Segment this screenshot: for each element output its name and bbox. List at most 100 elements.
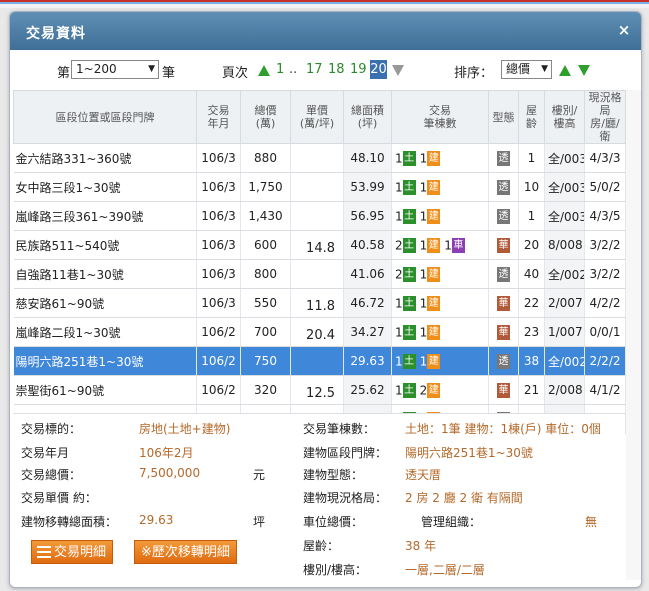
- cell-location: 崇聖街61~90號: [13, 375, 197, 405]
- page-link-1[interactable]: 1: [276, 62, 284, 77]
- land-tag: 土: [402, 382, 416, 398]
- scrollbar-track[interactable]: [626, 90, 641, 580]
- list-icon: [37, 546, 51, 558]
- type-badge: 透: [497, 353, 510, 369]
- table-row[interactable]: 慈安路61~90號 106/3 550 11.8 46.72 1 土 1 建華 22 2/007 4/…: [13, 288, 626, 318]
- detail-btype-value: 透天厝: [405, 468, 442, 482]
- detail-area-value: 29.63: [139, 513, 174, 527]
- transaction-detail-button[interactable]: 交易明細: [31, 540, 114, 564]
- table-row[interactable]: 民族路511~540號 106/3 600 14.8 40.58 2 土 1 建 1 車華 20 8/0…: [13, 230, 626, 260]
- cell-age: 22: [518, 288, 545, 318]
- col-header-area[interactable]: 總面積 (坪): [343, 90, 392, 144]
- transfer-history-button-label: ※歷次移轉明細: [141, 545, 230, 560]
- detail-floor-value: 一層,二層/二層: [405, 563, 485, 577]
- sort-desc-icon[interactable]: [578, 65, 590, 76]
- cell-floor: 全/003: [544, 172, 585, 202]
- prev-page-icon[interactable]: [258, 65, 270, 76]
- cell-total-price: 700: [240, 317, 291, 347]
- cell-total-price: 1,430: [240, 201, 291, 231]
- col-header-type[interactable]: 型態: [488, 90, 519, 144]
- range-suffix: 筆: [162, 66, 176, 81]
- building-tag: 建: [427, 324, 441, 340]
- col-header-layout[interactable]: 現況格局 房/廳/衛: [584, 90, 626, 144]
- sort-select-value: 總價: [506, 62, 531, 76]
- cell-type: 華: [488, 288, 519, 318]
- table-row[interactable]: 嵐峰路三段361~390號 106/3 1,430 56.95 1 土 1 建透 1 全/003 4…: [13, 201, 626, 231]
- building-tag: 建: [427, 266, 441, 282]
- cell-age: 38: [518, 346, 545, 376]
- detail-layout-value: 2 房 2 廳 2 衛 有隔間: [405, 491, 523, 505]
- page-link-18[interactable]: 18: [328, 62, 345, 77]
- land-count: 1: [395, 151, 403, 165]
- cell-count: 1土1建: [391, 346, 489, 376]
- col-header-year-month[interactable]: 交易 年月: [196, 90, 241, 144]
- table-row[interactable]: 崇聖街61~90號 106/2 320 12.5 25.62 1 土 2 建華 21 2/008 4/…: [13, 375, 626, 405]
- col-header-location[interactable]: 區段位置或區段門牌: [13, 90, 197, 144]
- cell-year-month: 106/2: [196, 346, 241, 376]
- detail-ym-label: 交易年月: [21, 446, 70, 460]
- transfer-history-button[interactable]: ※歷次移轉明細: [134, 540, 237, 564]
- detail-age-value: 38 年: [405, 539, 437, 553]
- page-link-17[interactable]: 17: [306, 62, 323, 77]
- range-prefix: 第: [57, 66, 71, 81]
- detail-total-value: 7,500,000: [139, 466, 201, 480]
- sort-asc-icon[interactable]: [559, 65, 571, 76]
- cell-unit-price: [290, 346, 344, 376]
- sort-select[interactable]: 總價 ▼: [501, 60, 552, 79]
- col-header-total-price[interactable]: 總價 (萬): [240, 90, 291, 144]
- table-row[interactable]: 金六結路331~360號 106/3 880 48.10 1 土 1 建透 1 全/003 4/3/…: [13, 143, 626, 173]
- cell-count: 1土1建: [391, 317, 489, 347]
- col-header-unit-price[interactable]: 單價 (萬/坪): [290, 90, 344, 144]
- cell-year-month: 106/2: [196, 317, 241, 347]
- cell-location: 嵐峰路三段361~390號: [13, 201, 197, 231]
- building-count: 2: [419, 383, 428, 397]
- cell-count: 1土1建: [391, 143, 489, 173]
- cell-area: 53.99: [343, 172, 392, 202]
- building-tag: 建: [427, 295, 441, 311]
- col-header-floor[interactable]: 樓別/ 樓高: [544, 90, 585, 144]
- detail-panel: 交易標的： 房地(土地+建物) 交易年月 106年2月 交易總價： 7,500,…: [13, 413, 625, 583]
- table-row[interactable]: 女中路三段1~30號 106/3 1,750 53.99 1 土 1 建透 10 全/003 5/0…: [13, 172, 626, 202]
- close-icon[interactable]: ×: [615, 21, 633, 39]
- table-row[interactable]: 嵐峰路二段1~30號 106/2 700 20.4 34.27 1 土 1 建華 23 1/007 0…: [13, 317, 626, 347]
- cell-year-month: 106/2: [196, 375, 241, 405]
- col-header-count[interactable]: 交易 筆棟數: [391, 90, 489, 144]
- cell-layout: 4/3/5: [584, 201, 626, 231]
- type-badge: 透: [497, 208, 510, 224]
- cell-age: 23: [518, 317, 545, 347]
- cell-layout: 3/2/2: [584, 259, 626, 289]
- building-tag: 建: [427, 353, 441, 369]
- parking-tag: 車: [451, 237, 465, 253]
- cell-floor: 全/002: [544, 259, 585, 289]
- detail-address-value: 陽明六路251巷1~30號: [405, 446, 533, 460]
- page-current-20[interactable]: 20: [370, 60, 387, 79]
- cell-layout: 2/2/2: [584, 346, 626, 376]
- land-count: 1: [395, 354, 403, 368]
- next-page-icon[interactable]: [392, 65, 404, 76]
- cell-floor: 8/008: [544, 230, 585, 260]
- cell-floor: 全/002: [544, 346, 585, 376]
- top-blue-line: [0, 2, 649, 4]
- table-row[interactable]: 自強路11巷1~30號 106/3 800 41.06 2 土 1 建透 40 全/002 3/2/…: [13, 259, 626, 289]
- land-count: 1: [395, 180, 403, 194]
- land-tag: 土: [402, 324, 416, 340]
- col-header-age[interactable]: 屋 齡: [518, 90, 545, 144]
- transaction-detail-button-label: 交易明細: [54, 545, 107, 560]
- cell-layout: 3/2/2: [584, 230, 626, 260]
- cell-age: 1: [518, 143, 545, 173]
- cell-unit-price: 12.5: [290, 375, 344, 405]
- cell-floor: 全/003: [544, 201, 585, 231]
- cell-age: 10: [518, 172, 545, 202]
- cell-location: 嵐峰路二段1~30號: [13, 317, 197, 347]
- detail-floor-label: 樓別/樓高：: [303, 563, 368, 577]
- cell-count: 1土1建: [391, 201, 489, 231]
- building-tag: 建: [427, 237, 441, 253]
- building-count: 1: [419, 325, 428, 339]
- range-select[interactable]: 1~200 ▼: [71, 60, 159, 79]
- chevron-down-icon: ▼: [541, 64, 548, 74]
- detail-area-unit: 坪: [253, 515, 266, 529]
- page-link-19[interactable]: 19: [350, 62, 367, 77]
- type-badge: 透: [497, 150, 510, 166]
- cell-floor: 全/003: [544, 143, 585, 173]
- table-row[interactable]: 陽明六路251巷1~30號 106/2 750 29.63 1 土 1 建透 38 全/002 2/…: [13, 346, 626, 376]
